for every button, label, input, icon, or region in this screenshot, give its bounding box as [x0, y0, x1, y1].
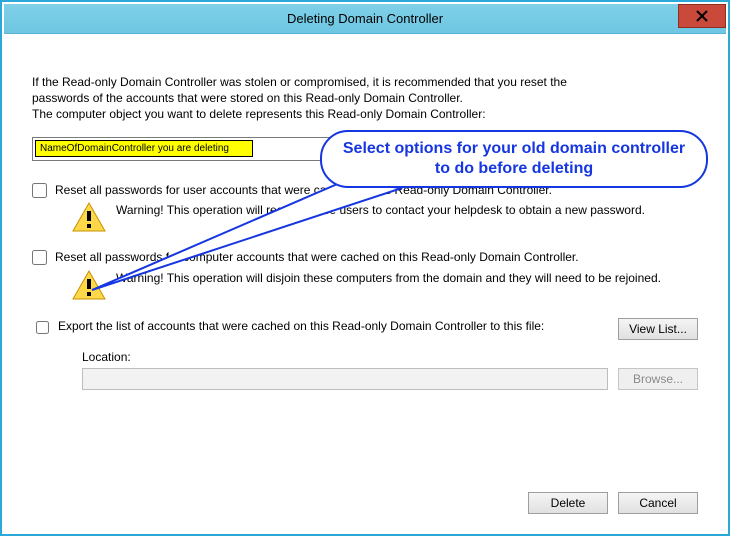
- delete-button[interactable]: Delete: [528, 492, 608, 514]
- warning-text-user: Warning! This operation will require the…: [116, 202, 645, 218]
- close-button[interactable]: [678, 4, 726, 28]
- location-input[interactable]: [82, 368, 608, 390]
- option-export-accounts: Export the list of accounts that were ca…: [32, 318, 698, 340]
- label-reset-computer: Reset all passwords for computer account…: [55, 250, 579, 266]
- label-export: Export the list of accounts that were ca…: [58, 318, 612, 334]
- intro-line2: passwords of the accounts that were stor…: [32, 91, 463, 105]
- view-list-button[interactable]: View List...: [618, 318, 698, 340]
- dialog-footer-buttons: Delete Cancel: [528, 492, 698, 514]
- browse-button[interactable]: Browse...: [618, 368, 698, 390]
- checkbox-reset-user[interactable]: [32, 183, 47, 198]
- intro-line3: The computer object you want to delete r…: [32, 107, 486, 121]
- export-location-block: Location: Browse...: [82, 350, 698, 390]
- annotation-callout: Select options for your old domain contr…: [320, 130, 708, 188]
- location-label: Location:: [82, 350, 698, 364]
- warning-text-computer: Warning! This operation will disjoin the…: [116, 270, 661, 286]
- close-icon: [696, 10, 708, 22]
- warning-icon: [72, 270, 106, 300]
- warning-reset-user: Warning! This operation will require the…: [72, 202, 698, 232]
- annotation-text: Select options for your old domain contr…: [336, 139, 692, 179]
- dc-name-field: NameOfDomainController you are deleting: [35, 140, 253, 157]
- window-title: Deleting Domain Controller: [287, 11, 443, 26]
- dialog-content: If the Read-only Domain Controller was s…: [4, 34, 726, 532]
- checkbox-export[interactable]: [36, 321, 49, 334]
- titlebar: Deleting Domain Controller: [4, 4, 726, 34]
- intro-line1: If the Read-only Domain Controller was s…: [32, 75, 567, 89]
- dialog-window: Deleting Domain Controller If the Read-o…: [0, 0, 730, 536]
- dc-name-field-wrap: NameOfDomainController you are deleting: [32, 137, 332, 161]
- warning-reset-computer: Warning! This operation will disjoin the…: [72, 270, 698, 300]
- warning-icon: [72, 202, 106, 232]
- option-reset-computer-accounts: Reset all passwords for computer account…: [32, 250, 698, 266]
- cancel-button[interactable]: Cancel: [618, 492, 698, 514]
- intro-text: If the Read-only Domain Controller was s…: [32, 74, 698, 123]
- checkbox-reset-computer[interactable]: [32, 250, 47, 265]
